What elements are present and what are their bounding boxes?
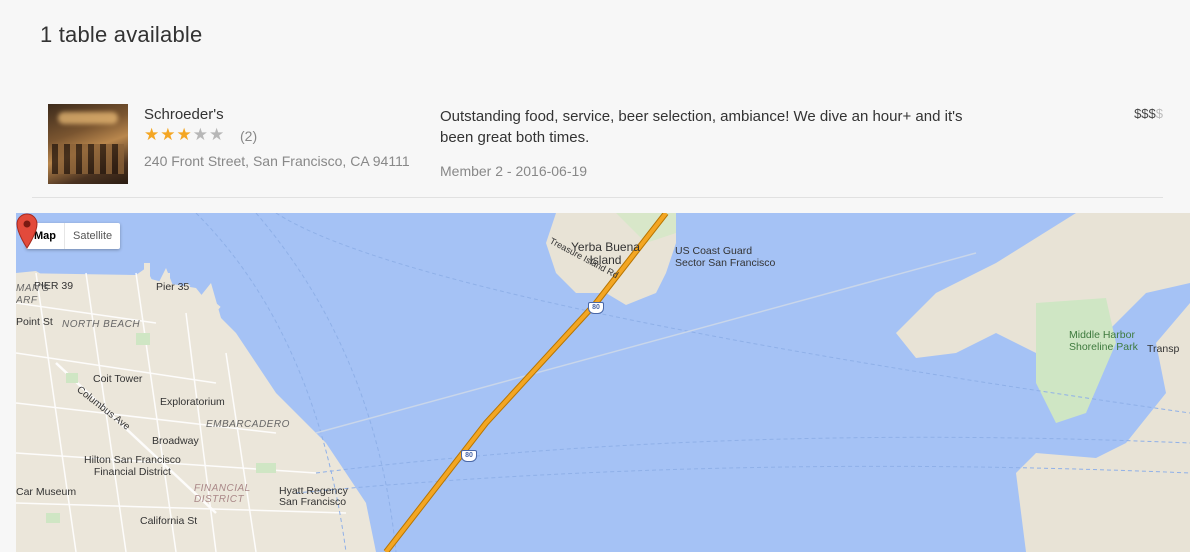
review-author-date: Member 2 - 2016-06-19 xyxy=(440,163,588,179)
map-label-north-beach: NORTH BEACH xyxy=(62,319,141,330)
map-label-car-museum: Car Museum xyxy=(16,486,77,498)
restaurant-address: 240 Front Street, San Francisco, CA 9411… xyxy=(144,153,410,169)
map-label-financial-district: FINANCIAL DISTRICT xyxy=(194,483,251,505)
interstate-80-shield-icon: 80 xyxy=(588,302,604,314)
map-label-middle-harbor: Middle Harbor Shoreline Park xyxy=(1069,329,1138,353)
price-level: $$$$ xyxy=(1134,106,1163,121)
map-label-pier35: Pier 35 xyxy=(156,281,190,293)
map-label-hyatt: Hyatt Regency San Francisco xyxy=(279,485,348,508)
map-label-coast-guard: US Coast Guard Sector San Francisco xyxy=(675,245,776,269)
map-marker-icon[interactable] xyxy=(16,213,38,249)
star-icon: ★ xyxy=(160,125,177,144)
map-label-exploratorium: Exploratorium xyxy=(160,396,225,408)
map-label-hilton: Hilton San Francisco Financial District xyxy=(84,454,181,478)
review-snippet: Outstanding food, service, beer selectio… xyxy=(440,108,963,146)
restaurant-result-row[interactable]: Schroeder's ★★★★★ (2) 240 Front Street, … xyxy=(32,97,1163,198)
map-label-wharf: MAN'S ARF xyxy=(16,283,50,306)
map-label-point-st: Point St xyxy=(16,316,53,328)
page-title: 1 table available xyxy=(40,22,203,47)
star-icon: ★ xyxy=(176,125,193,144)
map-label-transp: Transp xyxy=(1147,343,1180,355)
map-label-broadway: Broadway xyxy=(152,435,199,447)
star-icon: ★ xyxy=(144,125,161,144)
restaurant-photo[interactable] xyxy=(48,104,128,184)
star-rating: ★★★★★ xyxy=(144,125,225,145)
map-type-control: Map Satellite xyxy=(26,223,121,249)
map-view[interactable]: Map Satellite Yerba Buena Island US Coas… xyxy=(16,213,1190,552)
map-label-california-st: California St xyxy=(140,515,198,527)
map-type-satellite-button[interactable]: Satellite xyxy=(65,223,120,249)
star-icon: ★ xyxy=(192,125,209,144)
map-label-coit-tower: Coit Tower xyxy=(93,373,143,385)
review-count: (2) xyxy=(240,128,258,144)
restaurant-name[interactable]: Schroeder's xyxy=(144,106,224,123)
star-icon: ★ xyxy=(209,125,226,144)
interstate-80-shield-icon: 80 xyxy=(461,450,477,462)
map-label-embarcadero: EMBARCADERO xyxy=(206,419,290,430)
